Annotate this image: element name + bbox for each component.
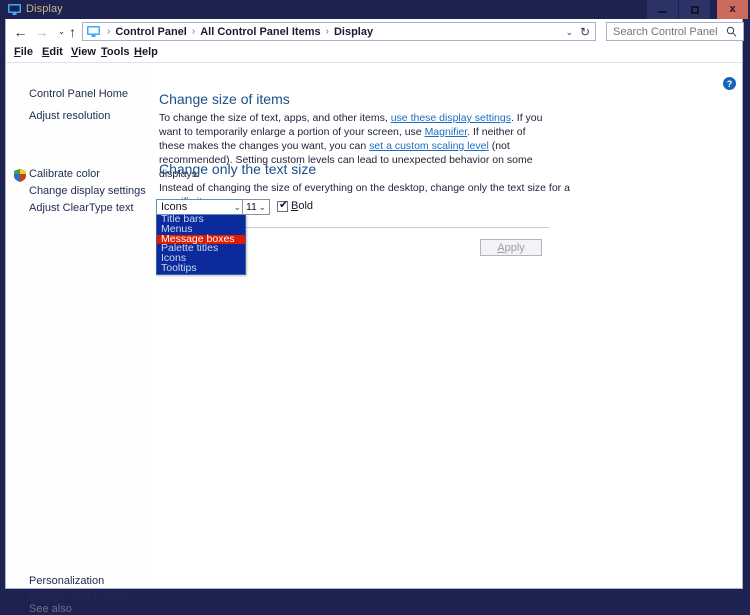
bold-checkbox[interactable]: ✔	[277, 199, 289, 212]
sidebar-item-personalization[interactable]: Personalization	[29, 575, 104, 587]
window-client-area: ← → ⌄ ↑ › Control Panel › All Control Pa…	[5, 19, 744, 615]
section-title-text-size: Change only the text size	[159, 161, 317, 177]
search-icon[interactable]	[726, 26, 737, 37]
window-title: Display	[26, 3, 63, 15]
sidebar: Control Panel Home Adjust resolution Cal…	[6, 63, 151, 615]
menu-file[interactable]: File	[14, 46, 33, 58]
navigation-bar: ← → ⌄ ↑ › Control Panel › All Control Pa…	[6, 19, 744, 44]
display-control-panel-window: Display x ← → ⌄ ↑ › Control Panel › All …	[0, 0, 750, 615]
sidebar-item-devices-and-printers[interactable]: Devices and Printers	[29, 591, 131, 603]
bold-accel: B	[291, 200, 299, 212]
breadcrumb-all-items[interactable]: All Control Panel Items	[199, 26, 321, 38]
refresh-icon[interactable]: ↻	[580, 25, 590, 39]
sidebar-item-adjust-resolution[interactable]: Adjust resolution	[29, 110, 110, 122]
breadcrumb-control-panel[interactable]: Control Panel	[114, 26, 188, 38]
help-question-icon[interactable]: ?	[723, 77, 736, 90]
menu-edit[interactable]: Edit	[42, 46, 63, 58]
address-bar[interactable]: › Control Panel › All Control Panel Item…	[82, 22, 596, 41]
title-bar: Display x	[0, 0, 750, 19]
close-icon: x	[729, 3, 736, 15]
maximize-button[interactable]	[679, 0, 710, 19]
minimize-button[interactable]	[647, 0, 678, 19]
menu-view[interactable]: View	[71, 46, 96, 58]
minimize-icon	[658, 11, 667, 13]
chevron-down-icon[interactable]: ⌄	[258, 202, 266, 213]
apply-accel: A	[497, 241, 505, 254]
breadcrumb-separator: ›	[107, 26, 111, 37]
menu-help[interactable]: Help	[134, 46, 158, 58]
sidebar-item-change-display-settings[interactable]: Change display settings	[29, 185, 146, 197]
content-pane: Change size of items To change the size …	[151, 63, 742, 588]
sidebar-item-control-panel-home[interactable]: Control Panel Home	[29, 88, 128, 100]
desc-text-1: To change the size of text, apps, and ot…	[159, 112, 391, 124]
back-button[interactable]: ←	[12, 23, 29, 40]
search-box[interactable]	[606, 22, 744, 41]
monitor-icon-small	[87, 26, 100, 37]
menu-bar: File Edit View Tools Help	[6, 44, 742, 63]
monitor-icon	[8, 4, 21, 15]
text-item-combobox-value: Icons	[161, 201, 188, 213]
breadcrumb-separator: ›	[325, 26, 329, 37]
close-button[interactable]: x	[717, 0, 748, 19]
apply-button-label: pply	[504, 241, 525, 254]
shield-icon	[14, 169, 26, 182]
sidebar-item-adjust-cleartype-text[interactable]: Adjust ClearType text	[29, 202, 134, 214]
dropdown-option-tooltips[interactable]: Tooltips	[157, 263, 245, 274]
checkmark-icon: ✔	[279, 199, 289, 211]
chevron-down-icon[interactable]: ⌄	[565, 27, 573, 38]
text-item-dropdown-list[interactable]: Title bars Menus Message boxes Palette t…	[156, 214, 246, 275]
section-title-change-size: Change size of items	[159, 91, 290, 107]
font-size-combobox[interactable]: 11 ⌄	[242, 199, 270, 215]
breadcrumb-separator: ›	[191, 26, 196, 37]
search-input[interactable]	[613, 25, 723, 38]
link-magnifier[interactable]: Magnifier	[425, 126, 468, 138]
maximize-icon	[690, 5, 699, 14]
font-size-combobox-value: 11	[246, 201, 257, 213]
sidebar-item-calibrate-color[interactable]: Calibrate color	[29, 168, 100, 180]
link-use-these-display-settings[interactable]: use these display settings	[391, 112, 511, 124]
apply-button[interactable]: Apply	[480, 239, 542, 256]
bold-checkbox-label[interactable]: Bold	[291, 200, 313, 212]
up-button[interactable]: ↑	[64, 23, 81, 40]
see-also-label: See also	[29, 603, 72, 615]
forward-button[interactable]: →	[33, 23, 50, 40]
chevron-down-icon[interactable]: ⌄	[233, 202, 241, 213]
breadcrumb-display[interactable]: Display	[333, 26, 374, 38]
link-set-custom-scaling-level[interactable]: set a custom scaling level	[369, 140, 489, 152]
menu-tools[interactable]: Tools	[101, 46, 130, 58]
